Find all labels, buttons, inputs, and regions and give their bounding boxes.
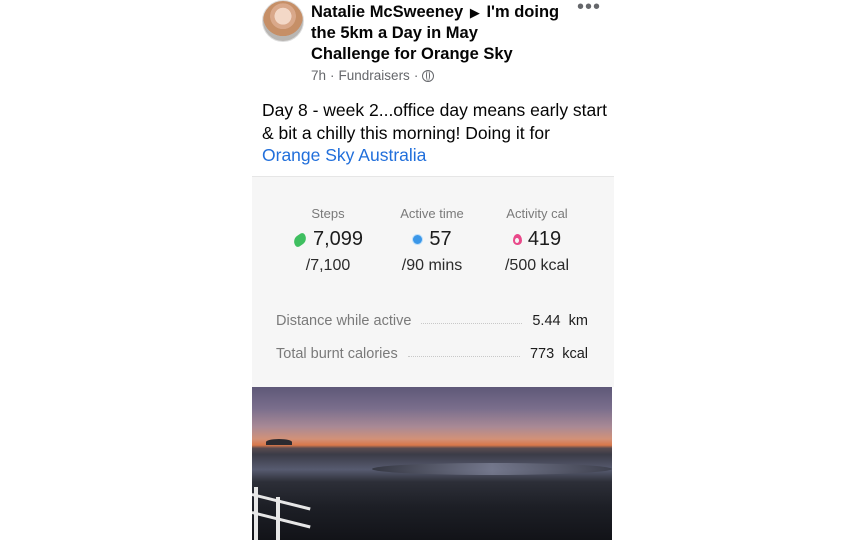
dotted-leader <box>421 322 523 324</box>
post-header: Natalie McSweeney ▶ I'm doing the 5km a … <box>311 2 561 65</box>
post-meta: 7h · Fundraisers · <box>311 68 435 83</box>
clock-icon <box>412 234 424 245</box>
globe-icon <box>422 69 435 82</box>
burnt-calories-unit: kcal <box>562 346 588 362</box>
steps-goal: /7,100 <box>305 257 351 274</box>
orange-sky-link[interactable]: Orange Sky Australia <box>262 145 426 165</box>
distance-label: Distance while active <box>276 313 412 329</box>
steps-value: 7,099 <box>312 228 364 250</box>
burnt-calories-row: Total burnt calories 773 kcal <box>276 346 588 362</box>
meta-separator: · <box>330 68 335 83</box>
flame-icon <box>512 234 522 245</box>
arrow-icon: ▶ <box>469 5 480 20</box>
activity-cal-label: Activity cal <box>506 206 568 221</box>
island-silhouette <box>266 439 292 445</box>
author-name[interactable]: Natalie McSweeney <box>311 3 463 21</box>
railing <box>252 487 332 540</box>
distance-value: 5.44 km <box>532 313 588 329</box>
dotted-leader <box>407 355 520 357</box>
distance-number: 5.44 <box>532 313 561 329</box>
burnt-calories-number: 773 <box>529 346 555 362</box>
activity-cal-goal: /500 kcal <box>504 257 570 274</box>
activity-card: Steps 7,099 /7,100 Active time 57 /90 mi… <box>252 176 614 387</box>
water-reflection <box>372 463 612 475</box>
avatar[interactable] <box>262 0 304 42</box>
post: Natalie McSweeney ▶ I'm doing the 5km a … <box>252 0 614 540</box>
post-text: Day 8 - week 2...office day means early … <box>262 99 607 167</box>
burnt-calories-value: 773 kcal <box>530 346 588 362</box>
active-time-value-row: 57 <box>377 228 487 251</box>
burnt-calories-label: Total burnt calories <box>276 346 398 362</box>
active-time-label: Active time <box>400 206 464 221</box>
active-time-value: 57 <box>429 228 452 250</box>
steps-label: Steps <box>311 206 345 221</box>
distance-row: Distance while active 5.44 km <box>276 313 588 329</box>
more-options-icon[interactable]: ••• <box>577 0 601 17</box>
steps-value-row: 7,099 <box>273 228 383 251</box>
sunrise-photo[interactable] <box>252 387 612 540</box>
distance-unit: km <box>568 313 588 329</box>
shoe-icon <box>291 231 309 248</box>
activity-cal-value-row: 419 <box>482 228 592 251</box>
active-time-goal: /90 mins <box>401 257 463 274</box>
post-body: Day 8 - week 2...office day means early … <box>262 100 607 143</box>
post-category[interactable]: Fundraisers <box>339 68 410 83</box>
activity-cal-value: 419 <box>527 228 562 250</box>
meta-separator-2: · <box>413 68 419 83</box>
post-time[interactable]: 7h <box>311 68 326 83</box>
